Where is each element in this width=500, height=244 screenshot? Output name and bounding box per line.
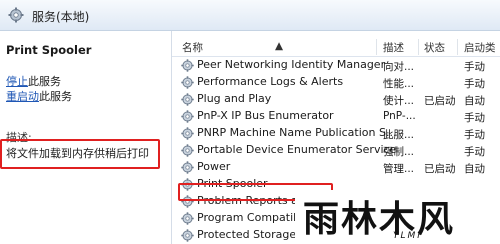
header-bar: 服务(本地) bbox=[0, 0, 500, 31]
stop-service-action: 停止此服务 bbox=[6, 73, 61, 89]
service-gear-icon bbox=[181, 76, 194, 89]
service-startup-type: 手动 bbox=[464, 112, 485, 124]
service-name: Power bbox=[197, 160, 231, 173]
service-row[interactable]: PNRP Machine Name Publication S... 此服... 手… bbox=[172, 125, 500, 142]
column-divider[interactable] bbox=[418, 39, 419, 55]
service-description: 性能... bbox=[383, 78, 415, 90]
service-status: 已启动 bbox=[424, 163, 456, 175]
service-name: Protected Storage bbox=[197, 228, 297, 241]
service-description: 使计... bbox=[383, 95, 415, 107]
service-startup-type: 手动 bbox=[464, 78, 485, 90]
restart-service-suffix: 此服务 bbox=[39, 90, 72, 103]
services-gear-icon bbox=[8, 7, 24, 23]
watermark-sub-text: YLMF bbox=[393, 231, 425, 241]
service-name: Plug and Play bbox=[197, 92, 272, 105]
restart-service-link[interactable]: 重启动 bbox=[6, 90, 39, 103]
stop-service-link[interactable]: 停止 bbox=[6, 75, 28, 88]
service-name: PnP-X IP Bus Enumerator bbox=[197, 109, 334, 122]
service-name: Performance Logs & Alerts bbox=[197, 75, 344, 88]
column-header-description[interactable]: 描述 bbox=[383, 40, 404, 55]
service-row[interactable]: PnP-X IP Bus Enumerator PnP-... 手动 bbox=[172, 108, 500, 125]
service-row[interactable]: Portable Device Enumerator Service 强制... 手… bbox=[172, 142, 500, 159]
column-header-startup-type[interactable]: 启动类 bbox=[464, 40, 496, 55]
service-description: 向对... bbox=[383, 61, 415, 73]
restart-service-action: 重启动此服务 bbox=[6, 88, 72, 104]
column-header-name[interactable]: 名称 bbox=[182, 40, 203, 55]
stop-service-suffix: 此服务 bbox=[28, 75, 61, 88]
service-name: Peer Networking Identity Manager bbox=[197, 58, 386, 71]
service-startup-type: 手动 bbox=[464, 146, 485, 158]
service-description: PnP-... bbox=[383, 110, 416, 122]
column-divider[interactable] bbox=[376, 39, 377, 55]
service-description: 强制... bbox=[383, 146, 415, 158]
service-startup-type: 手动 bbox=[464, 61, 485, 73]
service-gear-icon bbox=[181, 229, 194, 242]
service-row[interactable]: Plug and Play 使计... 已启动 自动 bbox=[172, 91, 500, 108]
services-window: 服务(本地) Print Spooler 停止此服务 重启动此服务 描述: 将文… bbox=[0, 0, 500, 244]
service-gear-icon bbox=[181, 127, 194, 140]
column-divider[interactable] bbox=[457, 39, 458, 55]
service-gear-icon bbox=[181, 144, 194, 157]
service-startup-type: 自动 bbox=[464, 163, 485, 175]
description-highlight-box bbox=[0, 139, 160, 169]
column-header-row: ▲ 名称 描述 状态 启动类 bbox=[172, 37, 500, 57]
ylmf-watermark-logo: 雨林木风 YLMF bbox=[295, 190, 500, 244]
column-header-status[interactable]: 状态 bbox=[424, 40, 445, 55]
service-row[interactable]: Power 管理... 已启动 自动 bbox=[172, 159, 500, 176]
service-status: 已启动 bbox=[424, 95, 456, 107]
selected-service-name: Print Spooler bbox=[6, 43, 92, 57]
service-gear-icon bbox=[181, 161, 194, 174]
service-gear-icon bbox=[181, 212, 194, 225]
service-gear-icon bbox=[181, 93, 194, 106]
header-title: 服务(本地) bbox=[32, 10, 90, 24]
service-name: Program Compatibil bbox=[197, 211, 307, 224]
description-pane: Print Spooler 停止此服务 重启动此服务 描述: 将文件加载到内存供… bbox=[0, 31, 172, 244]
service-description: 管理... bbox=[383, 163, 415, 175]
service-startup-type: 自动 bbox=[464, 95, 485, 107]
service-gear-icon bbox=[181, 59, 194, 72]
service-name: Portable Device Enumerator Service bbox=[197, 143, 397, 156]
service-row[interactable]: Performance Logs & Alerts 性能... 手动 bbox=[172, 74, 500, 91]
watermark-main-text: 雨林木风 bbox=[303, 198, 456, 240]
sort-ascending-icon: ▲ bbox=[275, 40, 284, 52]
service-startup-type: 手动 bbox=[464, 129, 485, 141]
service-description: 此服... bbox=[383, 129, 415, 141]
service-name: PNRP Machine Name Publication S... bbox=[197, 126, 397, 139]
service-gear-icon bbox=[181, 110, 194, 123]
service-row[interactable]: Peer Networking Identity Manager 向对... 手动 bbox=[172, 57, 500, 74]
